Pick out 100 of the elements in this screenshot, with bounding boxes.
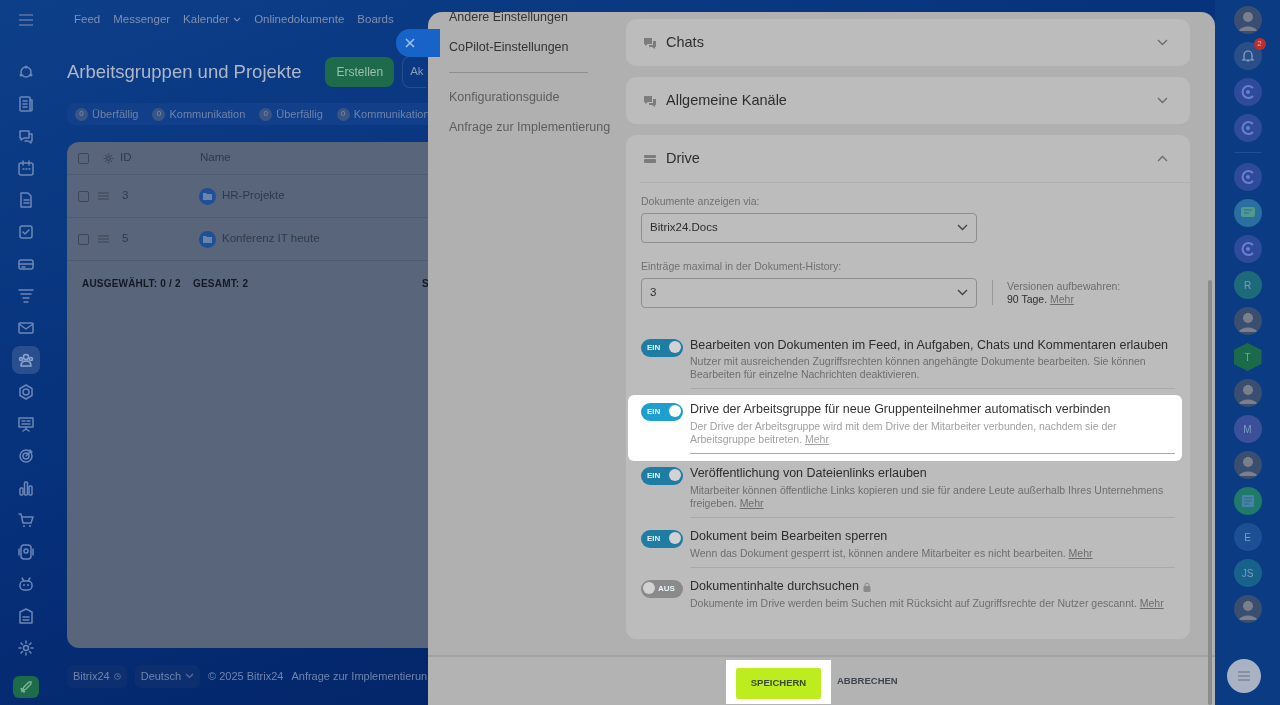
newspaper-icon (17, 95, 35, 113)
grid-summary: GESAMT: 2 (193, 277, 250, 291)
create-button[interactable]: Erstellen (325, 57, 395, 87)
chat-avatar[interactable]: E (1233, 523, 1262, 551)
chat-avatar[interactable]: T (1233, 343, 1262, 371)
checkbox[interactable] (78, 233, 89, 245)
cancel-button[interactable]: ABBRECHEN (835, 673, 900, 689)
avatar[interactable] (1233, 595, 1262, 623)
hexagon-icon (17, 383, 35, 401)
footer-link[interactable]: Anfrage zur Implementierun (291, 668, 428, 685)
toggle-switch[interactable]: EIN (641, 530, 683, 549)
section-header[interactable]: Drive (626, 135, 1190, 182)
robot-icon (17, 575, 35, 593)
avatar[interactable] (1233, 307, 1262, 335)
nav-link[interactable]: Boards (357, 11, 394, 29)
menu-item[interactable]: Anfrage zur Implementierung (449, 117, 611, 137)
cart-icon (17, 511, 35, 529)
avatar[interactable] (1233, 451, 1262, 479)
news-icon[interactable] (1233, 487, 1262, 515)
setting-title: Drive der Arbeitsgruppe für neue Gruppenteilnehmer automatisch verbinden (690, 402, 1111, 418)
scrollbar[interactable] (1208, 280, 1212, 705)
select-field[interactable]: Bitrix24.Docs (641, 212, 977, 243)
brand-link[interactable]: Bitrix24 (67, 665, 127, 688)
settings-icon[interactable] (103, 152, 114, 164)
nav-link[interactable]: Onlinedokumente (254, 11, 345, 29)
toggle-switch[interactable]: EIN (641, 467, 683, 486)
device-icon (17, 543, 35, 561)
more-link[interactable]: Mehr (739, 497, 764, 509)
checkbox-icon (17, 223, 35, 241)
section-header[interactable]: Chats (626, 19, 1190, 66)
bell-icon (1240, 49, 1255, 63)
more-link[interactable]: Mehr (805, 433, 829, 446)
nav-link[interactable]: Messenger (113, 11, 171, 29)
folder-icon (199, 230, 216, 248)
more-link[interactable]: Mehr (1068, 546, 1093, 559)
app-icon[interactable] (1233, 235, 1262, 263)
setting-title: Bearbeiten von Dokumenten im Feed, in Aufgaben, Chats und Kommentaren erlauben (690, 337, 1169, 354)
calendar-icon (17, 159, 35, 177)
setting-description: Nutzer mit ausreichenden Zugriffsrechten können angehängte Dokumente bearbeiten. Sie können Bearbeiten für einzelne Nachrichten deaktivieren. (690, 355, 1147, 382)
avatar[interactable] (1233, 6, 1262, 34)
setting-description: Dokumente im Drive werden beim Suchen mit Rücksicht auf Zugriffsrechte der Nutzer gescannt. Mehr (690, 596, 1165, 610)
document-icon (17, 191, 35, 209)
chevron-down-icon (957, 224, 968, 232)
target-icon (17, 447, 35, 465)
toggle-switch[interactable]: EIN (641, 338, 683, 357)
save-button[interactable]: SPEICHERN (736, 668, 821, 699)
toggle-switch[interactable]: AUS (641, 579, 683, 598)
circle-dots-icon (17, 63, 35, 81)
sidebar-item[interactable] (12, 346, 40, 374)
select-field[interactable]: 3 (641, 277, 977, 308)
toggle-switch[interactable]: EIN (641, 403, 683, 422)
setting-title: Dokumentinhalte durchsuchen (690, 578, 859, 595)
chevron-down-icon (957, 289, 968, 296)
nav-link[interactable]: Feed (74, 11, 101, 29)
copyright-text: © 2025 Bitrix24 (208, 669, 284, 684)
app-icon[interactable] (1233, 114, 1262, 142)
funnel-icon (17, 287, 35, 305)
app-icon[interactable] (1233, 163, 1262, 191)
counter-badge: 2 (1253, 38, 1266, 50)
checkbox[interactable] (78, 190, 89, 202)
field-label: Dokumente anzeigen via: (641, 194, 761, 209)
rocket-button[interactable] (13, 676, 39, 698)
setting-description: Der Drive der Arbeitsgruppe wird mit dem Drive der Mitarbeiter verbunden, nachdem sie der Arbeitsgruppe beitreten. Mehr (690, 420, 1118, 447)
menu-icon[interactable] (18, 14, 34, 26)
mail-icon (17, 319, 35, 337)
clock-icon (113, 672, 121, 680)
setting-description: Wenn das Dokument gesperrt ist, können andere Mitarbeiter es nicht bearbeiten. Mehr (690, 546, 1094, 560)
setting-description: Mitarbeiter können öffentliche Links kopieren und sie für andere Leute außerhalb Ihres Unternehmens freigeben. Mehr (690, 483, 1165, 511)
notifications-button[interactable] (1233, 42, 1262, 70)
chat-avatar[interactable]: R (1233, 271, 1262, 299)
setting-title: Veröffentlichung von Dateienlinks erlauben (690, 466, 927, 482)
settings-icon (17, 639, 35, 657)
caret-icon (233, 17, 242, 23)
nav-link[interactable]: Kalender (183, 11, 242, 29)
grid-summary: AUSGEWÄHLT: 0 / 2 (82, 276, 182, 291)
chat-icon (643, 93, 657, 108)
menu-item[interactable]: Andere Einstellungen (449, 12, 568, 27)
people-icon (17, 351, 35, 369)
bar-chart-icon (17, 479, 35, 497)
chat-icon[interactable] (1233, 199, 1262, 227)
grid-summary: S (422, 277, 429, 291)
folder-icon (199, 187, 216, 205)
setting-title: Dokument beim Bearbeiten sperren (690, 529, 888, 545)
chat-avatar[interactable]: JS (1233, 559, 1262, 587)
chat-avatar[interactable]: M (1233, 415, 1262, 443)
chevron-down-icon (185, 673, 195, 680)
app-icon[interactable] (1233, 78, 1262, 106)
avatar[interactable] (1233, 379, 1262, 407)
section-header[interactable]: Allgemeine Kanäle (626, 77, 1190, 124)
menu-item[interactable]: CoPilot-Einstellungen (449, 37, 569, 57)
field-label: Einträge maximal in der Dokument-History: (641, 258, 843, 274)
menu-item[interactable]: Konfigurationsguide (449, 87, 560, 107)
close-icon (405, 38, 415, 48)
language-select[interactable]: Deutsch (134, 665, 201, 688)
checkbox[interactable] (78, 152, 89, 164)
chat-icon (17, 127, 35, 145)
more-link[interactable]: Mehr (1050, 292, 1074, 305)
close-button[interactable] (396, 29, 440, 57)
presentation-icon (17, 415, 35, 433)
more-link[interactable]: Mehr (1139, 596, 1164, 609)
